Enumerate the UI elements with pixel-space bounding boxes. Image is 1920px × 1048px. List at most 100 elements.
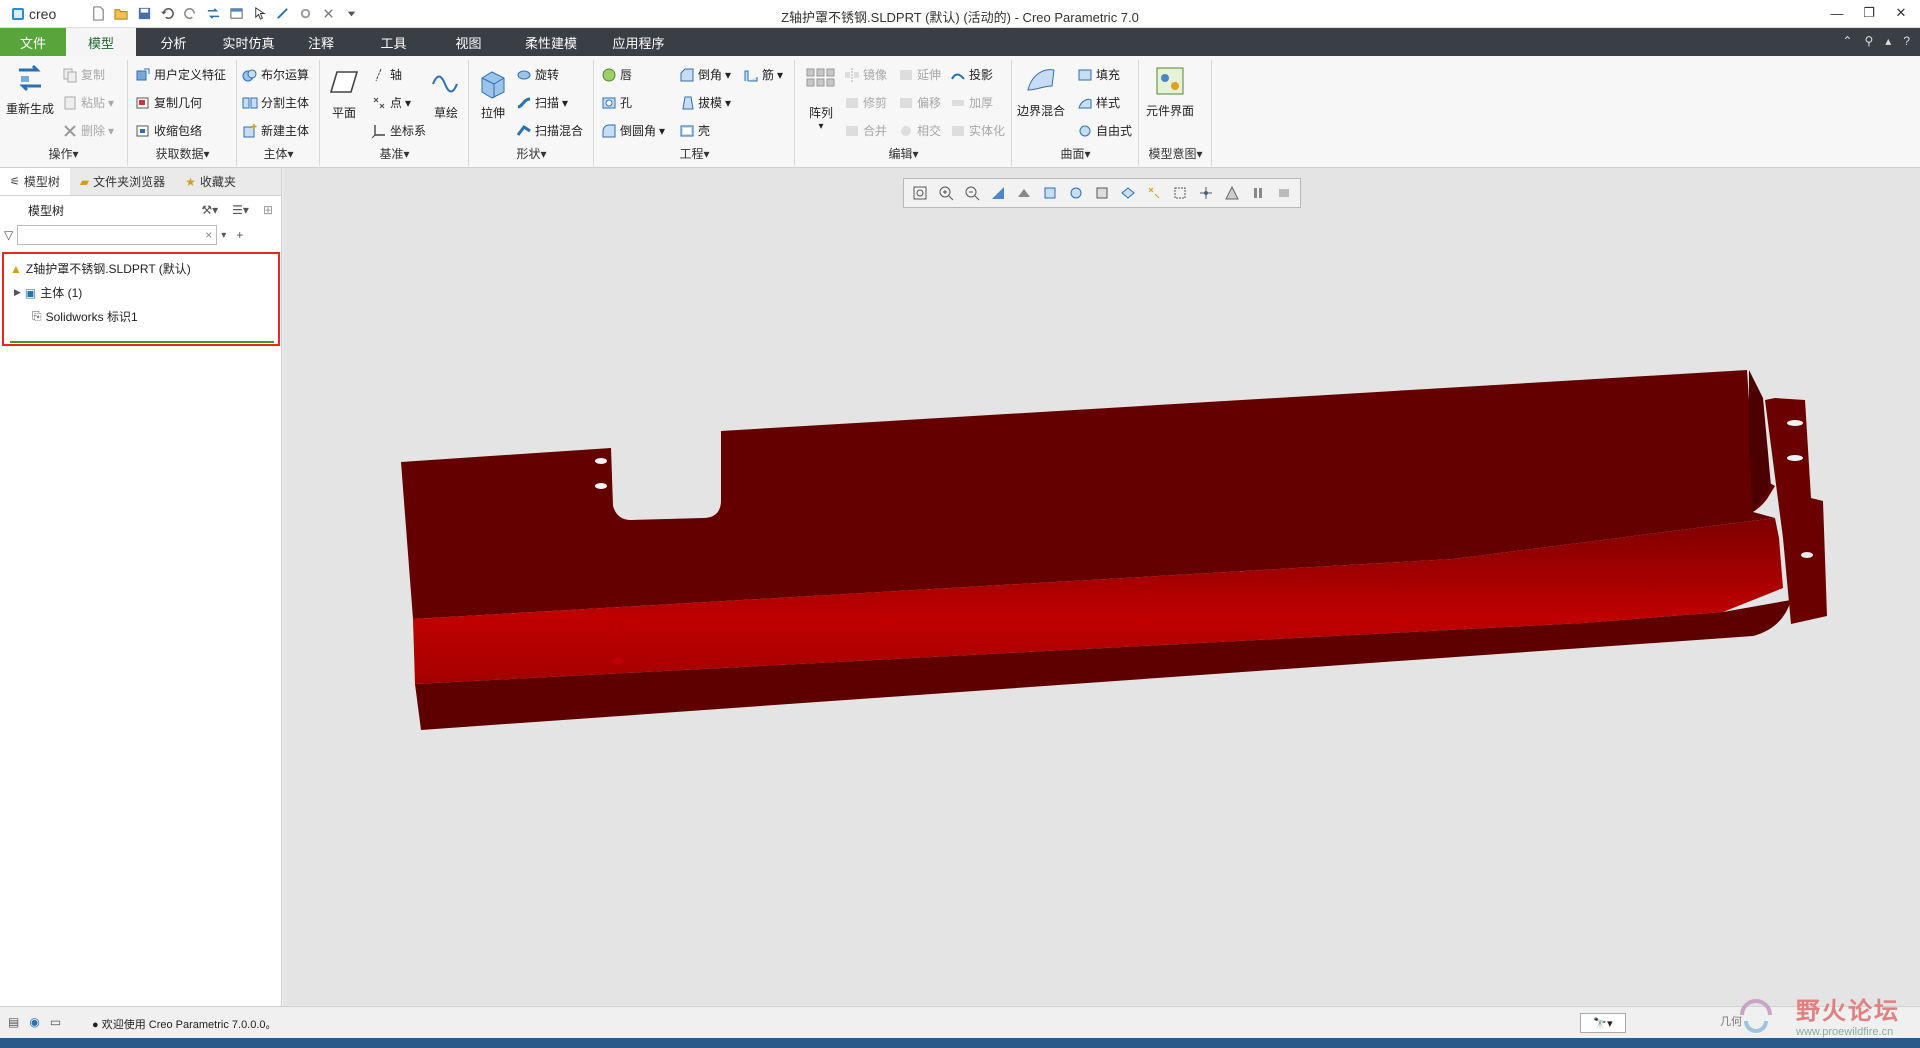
csys-button[interactable]: 坐标系: [371, 122, 426, 139]
tree-settings-icon[interactable]: ⚒▾: [201, 203, 218, 217]
fill-button[interactable]: 填充: [1077, 66, 1120, 83]
insert-indicator[interactable]: [10, 341, 274, 343]
delete-button[interactable]: 删除 ▾: [62, 122, 114, 139]
extrude-button[interactable]: 拉伸: [476, 66, 510, 121]
search-dropdown-icon[interactable]: ▾: [221, 230, 226, 241]
udf-button[interactable]: 用户定义特征: [135, 66, 226, 83]
trim-button[interactable]: 修剪: [844, 94, 887, 111]
merge-button[interactable]: 合并: [844, 122, 887, 139]
engineering-group-label[interactable]: 工程▾: [595, 145, 794, 162]
new-icon[interactable]: [90, 5, 107, 22]
clear-search-icon[interactable]: ×: [205, 228, 212, 242]
solidify-button[interactable]: 实体化: [950, 122, 1005, 139]
shell-button[interactable]: 壳: [679, 122, 710, 139]
tab-favorites[interactable]: ★ 收藏夹: [175, 168, 246, 195]
tab-analysis[interactable]: 分析: [136, 28, 211, 56]
offset-button[interactable]: 偏移: [898, 94, 941, 111]
minimize-icon[interactable]: —: [1828, 4, 1846, 22]
plane-button[interactable]: 平面: [327, 66, 361, 121]
close-window-icon[interactable]: [320, 5, 337, 22]
tab-file[interactable]: 文件: [0, 28, 66, 56]
hole-button[interactable]: 孔: [601, 94, 632, 111]
style-button[interactable]: 样式: [1077, 94, 1120, 111]
boundary-blend-button[interactable]: 边界混合: [1017, 64, 1065, 119]
datum-group-label[interactable]: 基准▾: [321, 145, 468, 162]
component-interface-button[interactable]: 元件界面: [1146, 64, 1194, 119]
pattern-button[interactable]: 阵列 ▾: [804, 66, 838, 132]
tree-filter-settings-icon[interactable]: ⊞: [263, 203, 273, 217]
tab-view[interactable]: 视图: [431, 28, 506, 56]
shape-group-label[interactable]: 形状▾: [470, 145, 593, 162]
swept-blend-button[interactable]: 扫描混合: [516, 122, 583, 139]
fullscreen-icon[interactable]: ▭: [50, 1015, 61, 1029]
copy-geometry-button[interactable]: 复制几何: [135, 94, 202, 111]
mirror-button[interactable]: 镜像: [844, 66, 887, 83]
axis-label: 轴: [390, 68, 403, 82]
customize-dropdown-icon[interactable]: [343, 5, 360, 22]
sketch-toggle-icon[interactable]: [274, 5, 291, 22]
tree-item-solidworks[interactable]: ⎘ Solidworks 标识1: [32, 308, 138, 325]
body-group-label[interactable]: 主体▾: [238, 145, 319, 162]
tree-columns-icon[interactable]: ☰▾: [232, 203, 249, 217]
copy-button[interactable]: 复制: [62, 66, 105, 83]
redo-icon[interactable]: [182, 5, 199, 22]
get-data-group-label[interactable]: 获取数据▾: [129, 145, 236, 162]
tab-folder-browser[interactable]: ▰ 文件夹浏览器: [70, 168, 175, 195]
project-button[interactable]: 投影: [950, 66, 993, 83]
surfaces-group-label[interactable]: 曲面▾: [1013, 145, 1138, 162]
new-body-button[interactable]: 新建主体: [242, 122, 309, 139]
tab-model-tree[interactable]: ⚟ 模型树: [0, 168, 70, 195]
undo-icon[interactable]: [159, 5, 176, 22]
sweep-button[interactable]: 扫描 ▾: [516, 94, 568, 111]
tab-annotate[interactable]: 注释: [286, 28, 356, 56]
intersect-button[interactable]: 相交: [898, 122, 941, 139]
shrinkwrap-button[interactable]: 收缩包络: [135, 122, 202, 139]
tab-model[interactable]: 模型: [66, 28, 136, 56]
settings-icon[interactable]: [297, 5, 314, 22]
lip-button[interactable]: 唇: [601, 66, 632, 83]
boolean-button[interactable]: 布尔运算: [242, 66, 309, 83]
tree-item-bodies[interactable]: ▶ ▣ 主体 (1): [14, 284, 82, 301]
help-icon[interactable]: ?: [1903, 34, 1910, 48]
model-intent-group-label[interactable]: 模型意图▾: [1140, 145, 1211, 162]
point-button[interactable]: 点 ▾: [371, 94, 411, 111]
tree-root-item[interactable]: ▲ Z轴护罩不锈钢.SLDPRT (默认): [10, 260, 191, 277]
close-icon[interactable]: ✕: [1892, 4, 1910, 22]
tab-applications[interactable]: 应用程序: [596, 28, 681, 56]
learning-icon[interactable]: ▴: [1885, 34, 1891, 48]
extend-button[interactable]: 延伸: [898, 66, 941, 83]
paste-button[interactable]: 粘贴 ▾: [62, 94, 114, 111]
chamfer-button[interactable]: 倒角 ▾: [679, 66, 731, 83]
part-model[interactable]: [283, 168, 1920, 1006]
thicken-button[interactable]: 加厚: [950, 94, 993, 111]
open-icon[interactable]: [113, 5, 130, 22]
tab-flexible-modeling[interactable]: 柔性建模: [506, 28, 596, 56]
tab-live-simulation[interactable]: 实时仿真: [211, 28, 286, 56]
operations-group-label[interactable]: 操作▾: [0, 145, 127, 162]
tab-tools[interactable]: 工具: [356, 28, 431, 56]
restore-icon[interactable]: ❐: [1860, 4, 1878, 22]
expand-icon[interactable]: ▶: [14, 287, 21, 298]
add-icon[interactable]: +: [236, 228, 243, 242]
rib-button[interactable]: 筋 ▾: [743, 66, 783, 83]
browser-icon[interactable]: ◉: [29, 1015, 39, 1029]
collapse-ribbon-icon[interactable]: ⌃: [1842, 34, 1852, 48]
regenerate-button[interactable]: 重新生成: [6, 62, 54, 117]
windows-icon[interactable]: [228, 5, 245, 22]
tree-search-input[interactable]: ×: [17, 225, 218, 245]
draft-button[interactable]: 拔模 ▾: [679, 94, 731, 111]
axis-button[interactable]: 轴: [371, 66, 402, 83]
select-icon[interactable]: [251, 5, 268, 22]
toggle-navigator-icon[interactable]: ▤: [8, 1015, 19, 1029]
round-button[interactable]: 倒圆角 ▾: [601, 122, 665, 139]
editing-group-label[interactable]: 编辑▾: [796, 145, 1011, 162]
sketch-button[interactable]: 草绘: [429, 66, 463, 121]
regenerate-icon[interactable]: [205, 5, 222, 22]
search-icon[interactable]: ⚲: [1864, 34, 1873, 48]
revolve-button[interactable]: 旋转: [516, 66, 559, 83]
split-body-button[interactable]: 分割主体: [242, 94, 309, 111]
find-button[interactable]: 🔭▾: [1580, 1013, 1626, 1033]
graphics-area[interactable]: [283, 168, 1920, 1006]
freestyle-button[interactable]: 自由式: [1077, 122, 1132, 139]
save-icon[interactable]: [136, 5, 153, 22]
